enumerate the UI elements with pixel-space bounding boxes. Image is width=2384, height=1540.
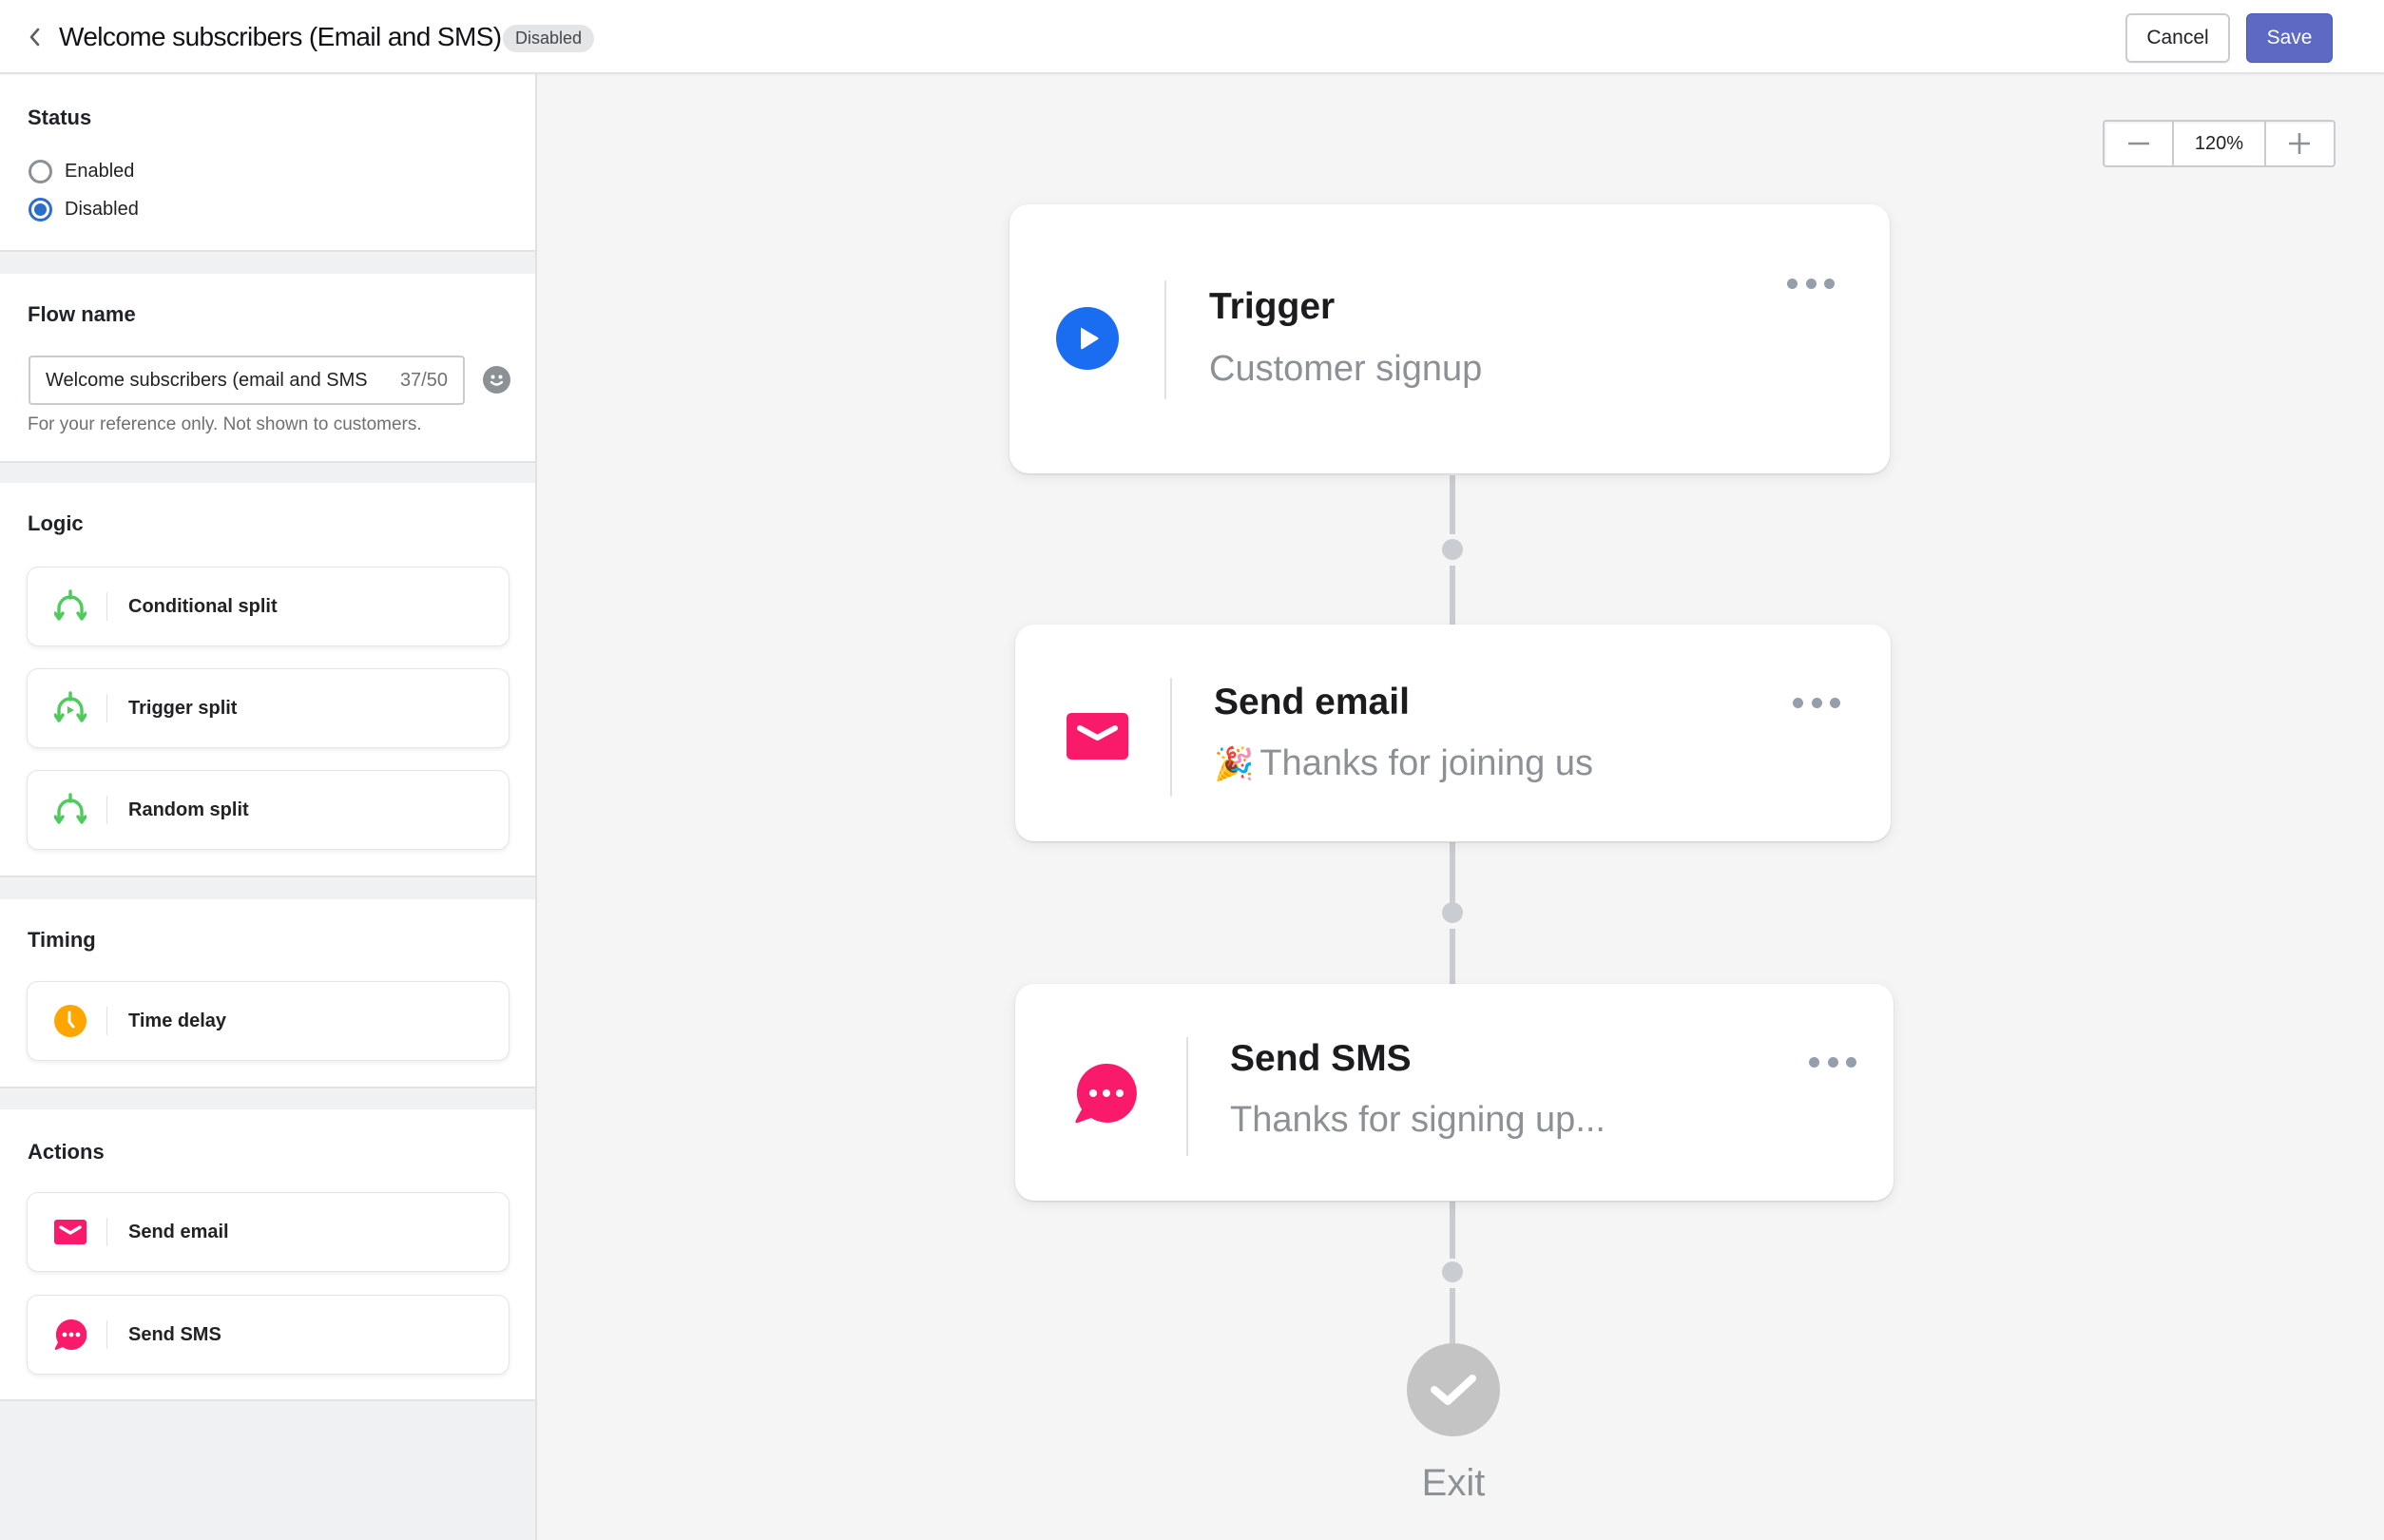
flow-name-section: Flow name Welcome subscribers (email and… [0, 274, 535, 463]
radio-enabled-circle[interactable] [29, 160, 52, 183]
item-divider [106, 694, 107, 722]
char-counter: 37/50 [399, 369, 448, 391]
cancel-button[interactable]: Cancel [2125, 13, 2230, 63]
connector-line [1450, 475, 1455, 534]
flow-name-value[interactable]: Welcome subscribers (email and SMS [46, 370, 389, 392]
zoom-in-button[interactable] [2266, 122, 2334, 165]
item-label: Random split [128, 799, 249, 820]
connector-line [1450, 1288, 1455, 1345]
node-subtitle: Customer signup [1209, 349, 1483, 389]
timing-section: Timing Time delay [0, 899, 535, 1088]
node-title: Trigger [1209, 286, 1336, 327]
radio-enabled[interactable]: Enabled [29, 160, 134, 183]
logic-item-random-split[interactable]: Random split [27, 770, 509, 850]
timing-item-time-delay[interactable]: Time delay [27, 981, 509, 1061]
radio-disabled-circle[interactable] [29, 198, 52, 221]
exit-node [1407, 1343, 1500, 1436]
item-divider [106, 592, 107, 621]
node-subtitle: Thanks for signing up... [1230, 1100, 1605, 1140]
clock-icon [53, 1004, 87, 1038]
item-label: Time delay [128, 1010, 227, 1031]
exit-label: Exit [1421, 1462, 1486, 1504]
envelope-icon [1067, 713, 1128, 760]
item-divider [106, 796, 107, 824]
logic-heading: Logic [28, 511, 84, 535]
status-badge: Disabled [503, 25, 595, 52]
item-divider [106, 1320, 107, 1349]
node-divider [1186, 1037, 1188, 1156]
chat-bubble-icon [53, 1318, 87, 1352]
actions-heading: Actions [28, 1140, 105, 1164]
node-title: Send email [1214, 682, 1410, 722]
flow-name-input[interactable]: Welcome subscribers (email and SMS 37/50 [29, 356, 465, 405]
plus-icon [2289, 133, 2311, 154]
more-options-button[interactable] [1809, 1050, 1856, 1073]
item-divider [106, 1007, 107, 1035]
sidebar: Status Enabled Disabled Flow name Welcom… [0, 74, 537, 1540]
save-button[interactable]: Save [2246, 13, 2333, 63]
node-subtitle-text: Thanks for joining us [1259, 743, 1593, 783]
chat-bubble-icon [1074, 1062, 1137, 1125]
logic-item-conditional-split[interactable]: Conditional split [27, 567, 509, 646]
logic-item-trigger-split[interactable]: Trigger split [27, 668, 509, 748]
more-options-button[interactable] [1793, 691, 1840, 714]
back-button[interactable] [23, 23, 46, 51]
add-step-dot[interactable] [1442, 1261, 1463, 1282]
party-popper-icon: 🎉 [1214, 746, 1255, 782]
add-step-dot[interactable] [1442, 902, 1463, 923]
minus-icon [2127, 142, 2149, 145]
split-icon [53, 589, 87, 624]
node-divider [1170, 678, 1172, 797]
add-step-dot[interactable] [1442, 539, 1463, 560]
chevron-left-icon [29, 28, 40, 47]
item-label: Send SMS [128, 1323, 221, 1345]
action-item-send-email[interactable]: Send email [27, 1192, 509, 1272]
timing-heading: Timing [28, 928, 96, 952]
flow-name-helper: For your reference only. Not shown to cu… [28, 414, 422, 434]
flow-node-send-sms[interactable]: Send SMS Thanks for signing up... [1015, 984, 1894, 1201]
trigger-split-icon [53, 691, 87, 725]
smiley-icon [490, 375, 504, 386]
flow-node-send-email[interactable]: Send email 🎉 Thanks for joining us [1015, 625, 1891, 841]
status-heading: Status [28, 106, 92, 129]
page-title: Welcome subscribers (Email and SMS) [59, 22, 502, 51]
flow-node-trigger[interactable]: Trigger Customer signup [1009, 204, 1890, 473]
checkmark-icon [1431, 1375, 1476, 1405]
node-subtitle: 🎉 Thanks for joining us [1214, 743, 1593, 784]
node-title: Send SMS [1230, 1038, 1412, 1079]
zoom-control: 120% [2103, 120, 2336, 167]
emoji-picker-button[interactable] [483, 366, 510, 394]
status-section: Status Enabled Disabled [0, 74, 535, 252]
zoom-out-button[interactable] [2105, 122, 2172, 165]
logic-section: Logic Conditional split Trigger split Ra… [0, 483, 535, 877]
play-icon [1056, 307, 1119, 370]
actions-section: Actions Send email Send SMS [0, 1109, 535, 1401]
radio-enabled-label: Enabled [65, 161, 135, 182]
item-label: Send email [128, 1221, 229, 1242]
node-divider [1164, 280, 1166, 399]
split-icon [53, 793, 87, 827]
action-item-send-sms[interactable]: Send SMS [27, 1295, 509, 1375]
more-options-button[interactable] [1787, 272, 1835, 295]
flow-name-heading: Flow name [28, 302, 136, 326]
connector-line [1450, 566, 1455, 625]
item-divider [106, 1218, 107, 1246]
envelope-icon [53, 1215, 87, 1249]
item-label: Trigger split [128, 697, 238, 719]
zoom-level: 120% [2172, 122, 2266, 165]
item-label: Conditional split [128, 595, 278, 617]
connector-line [1450, 929, 1455, 985]
connector-line [1450, 1202, 1455, 1259]
radio-disabled-label: Disabled [65, 199, 139, 220]
radio-disabled[interactable]: Disabled [29, 198, 139, 221]
top-bar: Welcome subscribers (Email and SMS) Disa… [0, 0, 2384, 74]
connector-line [1450, 842, 1455, 903]
